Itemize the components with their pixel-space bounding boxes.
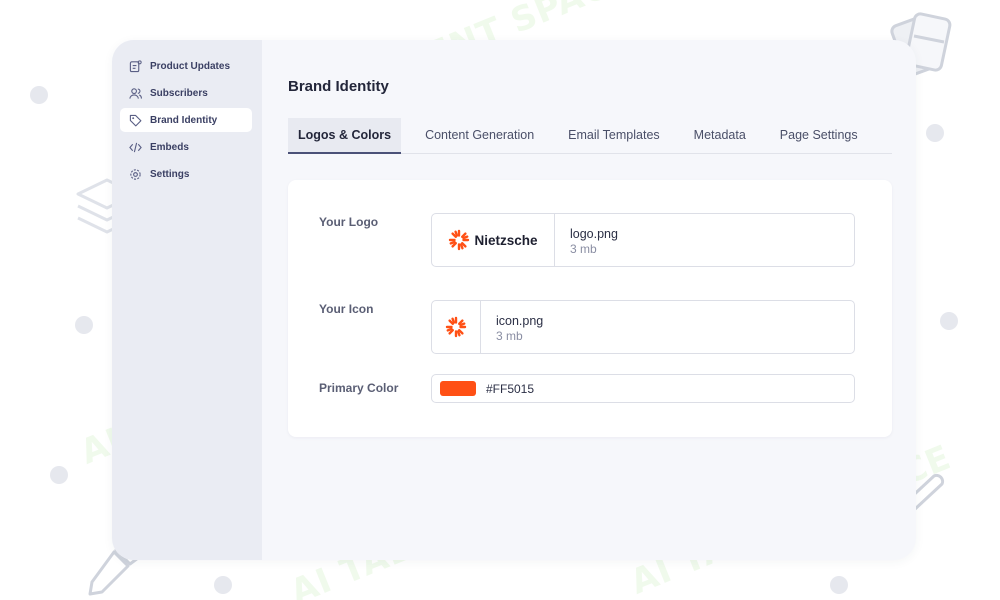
logo-upload[interactable]: Nietzsche logo.png 3 mb [431, 213, 855, 267]
background-dot [214, 576, 232, 594]
tab-email-templates[interactable]: Email Templates [558, 118, 669, 154]
sidebar-item-label: Settings [150, 168, 190, 180]
background-dot [940, 312, 958, 330]
tab-logos-colors[interactable]: Logos & Colors [288, 118, 402, 154]
icon-file-size: 3 mb [496, 329, 523, 343]
background-dot [50, 466, 68, 484]
code-icon [128, 140, 142, 154]
tab-bar: Logos & Colors Content Generation Email … [288, 118, 892, 154]
background-dot [830, 576, 848, 594]
main-content: Brand Identity Logos & Colors Content Ge… [262, 40, 916, 560]
logo-file-size: 3 mb [570, 242, 597, 256]
sidebar-item-label: Brand Identity [150, 114, 218, 126]
icon-upload[interactable]: icon.png 3 mb [431, 300, 855, 354]
tab-metadata[interactable]: Metadata [684, 118, 756, 154]
sidebar-item-label: Product Updates [150, 60, 231, 72]
logo-file-name: logo.png [570, 227, 618, 241]
gear-icon [128, 167, 142, 181]
logo-label: Your Logo [319, 215, 379, 229]
sunburst-icon [445, 316, 467, 338]
sidebar-item-subscribers[interactable]: Subscribers [120, 81, 252, 105]
tag-icon [128, 113, 142, 127]
sidebar: Product Updates Subscribers Brand Identi… [112, 40, 262, 560]
sidebar-item-product-updates[interactable]: Product Updates [120, 54, 252, 78]
sidebar-item-settings[interactable]: Settings [120, 162, 252, 186]
sidebar-item-label: Subscribers [150, 87, 208, 99]
page-title: Brand Identity [288, 78, 389, 95]
brand-settings-card: Your Logo Nietzsche logo.png 3 mb Your I… [288, 180, 892, 437]
color-hex-value: #FF5015 [486, 382, 535, 396]
background-dot [30, 86, 48, 104]
document-icon [128, 59, 142, 73]
sunburst-logo-icon [449, 229, 470, 251]
tab-page-settings[interactable]: Page Settings [770, 118, 868, 154]
icon-file-name: icon.png [496, 314, 544, 328]
sidebar-item-embeds[interactable]: Embeds [120, 135, 252, 159]
color-swatch[interactable] [440, 381, 476, 396]
logo-preview: Nietzsche [432, 214, 555, 266]
icon-label: Your Icon [319, 302, 374, 316]
logo-brand-text: Nietzsche [474, 232, 538, 248]
primary-color-label: Primary Color [319, 381, 399, 395]
primary-color-input[interactable]: #FF5015 [431, 374, 855, 403]
sidebar-item-brand-identity[interactable]: Brand Identity [120, 108, 252, 132]
users-icon [128, 86, 142, 100]
tab-content-generation[interactable]: Content Generation [415, 118, 544, 154]
sidebar-item-label: Embeds [150, 141, 189, 153]
icon-preview [432, 301, 481, 353]
background-dot [75, 316, 93, 334]
app-window: Product Updates Subscribers Brand Identi… [112, 40, 916, 560]
background-dot [926, 124, 944, 142]
